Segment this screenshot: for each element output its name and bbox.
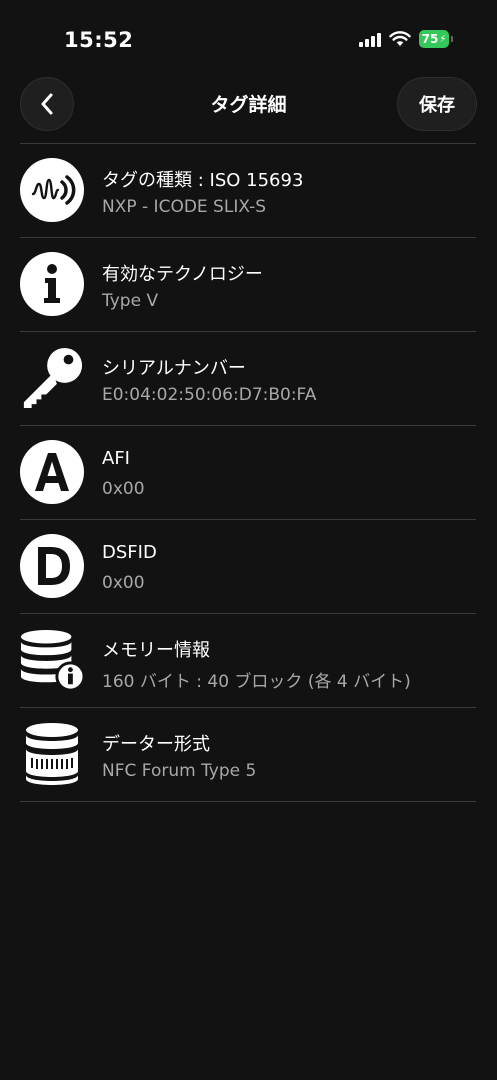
- battery-tip: [451, 36, 453, 42]
- row-value: NXP - ICODE SLIX-S: [102, 197, 267, 217]
- row-value: Type V: [102, 291, 159, 311]
- key-icon: [20, 346, 84, 410]
- list-item-serial-number[interactable]: シリアルナンバー E0:04:02:50:06:D7:B0:FA: [20, 331, 476, 425]
- info-icon: [20, 252, 84, 316]
- row-title: データー形式: [102, 734, 210, 755]
- cellular-signal-icon: [359, 31, 381, 47]
- wifi-icon: [389, 31, 411, 46]
- row-value: 0x00: [102, 573, 145, 593]
- row-title: AFI: [102, 448, 130, 469]
- list-item-data-format[interactable]: データー形式 NFC Forum Type 5: [20, 707, 476, 802]
- list-item-technology[interactable]: 有効なテクノロジー Type V: [20, 237, 476, 331]
- database-icon: [20, 722, 84, 786]
- row-title: タグの種類 : ISO 15693: [102, 170, 304, 191]
- list-item-dsfid[interactable]: DSFID 0x00: [20, 519, 476, 613]
- battery-level: 75: [421, 32, 439, 46]
- row-value: NFC Forum Type 5: [102, 761, 257, 781]
- list-item-memory-info[interactable]: メモリー情報 160 バイト : 40 ブロック (各 4 バイト): [20, 613, 476, 707]
- letter-d-icon: [20, 534, 84, 598]
- battery-indicator: 75 ⚡: [419, 30, 449, 48]
- status-bar: 15:52 75 ⚡: [0, 0, 497, 80]
- status-time: 15:52: [64, 28, 134, 52]
- row-value: E0:04:02:50:06:D7:B0:FA: [102, 385, 317, 405]
- status-icons: 75 ⚡: [359, 30, 453, 48]
- letter-a-icon: [20, 440, 84, 504]
- row-value: 0x00: [102, 479, 145, 499]
- row-title: DSFID: [102, 542, 157, 563]
- navigation-bar: タグ詳細 保存: [0, 76, 497, 132]
- list-item-afi[interactable]: AFI 0x00: [20, 425, 476, 519]
- tag-detail-list: タグの種類 : ISO 15693 NXP - ICODE SLIX-S 有効な…: [20, 143, 476, 802]
- row-title: メモリー情報: [102, 640, 210, 661]
- nfc-wave-icon: [20, 158, 84, 222]
- row-title: シリアルナンバー: [102, 358, 246, 379]
- save-button[interactable]: 保存: [397, 77, 477, 131]
- database-info-icon: [20, 628, 84, 692]
- row-title: 有効なテクノロジー: [102, 264, 263, 285]
- row-value: 160 バイト : 40 ブロック (各 4 バイト): [102, 672, 411, 692]
- list-item-tag-type[interactable]: タグの種類 : ISO 15693 NXP - ICODE SLIX-S: [20, 143, 476, 237]
